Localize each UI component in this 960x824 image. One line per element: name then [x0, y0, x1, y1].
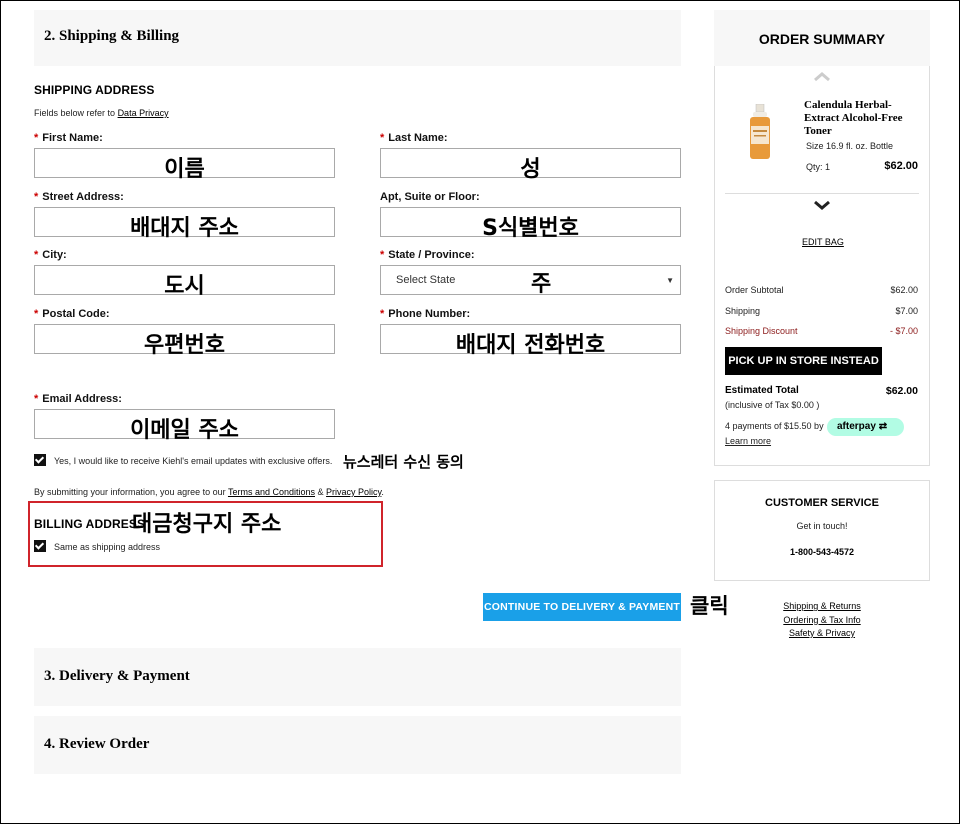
customer-service-subtitle: Get in touch!: [796, 521, 848, 531]
section-title: 4. Review Order: [44, 736, 150, 752]
email-label: * Email Address:: [34, 393, 122, 405]
postal-code-field[interactable]: 우편번호: [34, 324, 335, 358]
chevron-up-icon[interactable]: [813, 72, 831, 82]
postal-code-label: * Postal Code:: [34, 308, 110, 320]
product-name[interactable]: Calendula Herbal-Extract Alcohol-Free To…: [804, 99, 914, 138]
section-review-order[interactable]: 4. Review Order: [34, 716, 681, 774]
first-name-label: * First Name:: [34, 132, 103, 144]
continue-button[interactable]: CONTINUE TO DELIVERY & PAYMENT: [483, 593, 681, 621]
last-name-label: * Last Name:: [380, 132, 448, 144]
chevron-down-icon: ▼: [666, 276, 674, 285]
product-image: [750, 104, 770, 159]
shipping-address-heading: SHIPPING ADDRESS: [34, 83, 155, 97]
privacy-policy-link[interactable]: Privacy Policy: [326, 487, 381, 497]
same-as-shipping-checkbox[interactable]: [34, 540, 46, 552]
footer-links: Shipping & Returns Ordering & Tax Info S…: [762, 600, 882, 641]
pickup-in-store-button[interactable]: PICK UP IN STORE INSTEAD: [725, 347, 882, 375]
apt-label: Apt, Suite or Floor:: [380, 191, 480, 203]
order-summary-header: ORDER SUMMARY: [714, 10, 930, 66]
terms-link[interactable]: Terms and Conditions: [228, 487, 315, 497]
divider: [725, 193, 919, 194]
section-title: 2. Shipping & Billing: [44, 28, 180, 44]
afterpay-text: 4 payments of $15.50 by: [725, 421, 824, 431]
last-name-annotation: 성: [520, 157, 541, 182]
email-annotation: 이메일 주소: [130, 418, 239, 443]
afterpay-arrows-icon: ⇄: [878, 421, 888, 432]
summary-line-label: Order Subtotal: [725, 285, 784, 295]
apt-annotation: S식별번호: [482, 216, 579, 241]
newsletter-annotation: 뉴스레터 수신 동의: [343, 453, 464, 471]
apt-field[interactable]: S식별번호: [380, 207, 681, 241]
learn-more-link[interactable]: Learn more: [725, 436, 771, 446]
product-price: $62.00: [884, 160, 918, 172]
last-name-field[interactable]: 성: [380, 148, 681, 182]
street-address-label: * Street Address:: [34, 191, 124, 203]
privacy-note: Fields below refer to Data Privacy: [34, 108, 169, 118]
safety-privacy-link[interactable]: Safety & Privacy: [762, 627, 882, 641]
product-size: Size 16.9 fl. oz. Bottle: [806, 141, 894, 151]
section-shipping-billing[interactable]: 2. Shipping & Billing: [34, 10, 681, 66]
state-label: * State / Province:: [380, 249, 475, 261]
city-annotation: 도시: [164, 274, 205, 299]
summary-line-value: - $7.00: [889, 326, 918, 336]
customer-service-phone[interactable]: 1-800-543-4572: [714, 547, 930, 557]
street-address-annotation: 배대지 주소: [130, 216, 239, 241]
section-title: 3. Delivery & Payment: [44, 668, 190, 684]
click-annotation: 클릭: [690, 594, 729, 618]
estimated-total-label: Estimated Total: [725, 385, 799, 396]
billing-address-heading: BILLING ADDRESS: [34, 517, 146, 531]
newsletter-checkbox[interactable]: [34, 454, 46, 466]
summary-line-value: $62.00: [890, 285, 918, 295]
city-label: * City:: [34, 249, 67, 261]
state-select[interactable]: Select State 주 ▼: [380, 265, 681, 297]
phone-label: * Phone Number:: [380, 308, 471, 320]
phone-annotation: 배대지 전화번호: [455, 333, 606, 358]
state-placeholder: Select State: [396, 274, 456, 286]
data-privacy-link[interactable]: Data Privacy: [118, 108, 169, 118]
edit-bag-link[interactable]: EDIT BAG: [802, 237, 844, 247]
first-name-field[interactable]: 이름: [34, 148, 335, 182]
section-delivery-payment[interactable]: 3. Delivery & Payment: [34, 648, 681, 706]
postal-code-annotation: 우편번호: [144, 333, 225, 358]
afterpay-badge[interactable]: afterpay ⇄: [827, 418, 904, 436]
terms-note: By submitting your information, you agre…: [34, 487, 384, 497]
phone-field[interactable]: 배대지 전화번호: [380, 324, 681, 358]
summary-line-label: Shipping: [725, 306, 761, 316]
ordering-tax-link[interactable]: Ordering & Tax Info: [762, 614, 882, 628]
billing-annotation: 대금청구지 주소: [132, 512, 282, 537]
same-as-shipping-label: Same as shipping address: [54, 542, 161, 552]
summary-line-label: Shipping Discount: [725, 326, 798, 336]
first-name-annotation: 이름: [164, 157, 205, 182]
customer-service-title: CUSTOMER SERVICE: [765, 497, 879, 509]
city-field[interactable]: 도시: [34, 265, 335, 299]
shipping-returns-link[interactable]: Shipping & Returns: [762, 600, 882, 614]
newsletter-text: Yes, I would like to receive Kiehl's ema…: [54, 456, 333, 466]
summary-line-value: $7.00: [895, 306, 918, 316]
order-summary-title: ORDER SUMMARY: [758, 31, 886, 47]
street-address-field[interactable]: 배대지 주소: [34, 207, 335, 241]
chevron-down-icon[interactable]: [813, 200, 831, 210]
estimated-total-value: $62.00: [885, 385, 918, 397]
state-annotation: 주: [531, 272, 552, 297]
tax-note: (inclusive of Tax $0.00 ): [725, 400, 820, 410]
email-field[interactable]: 이메일 주소: [34, 409, 335, 443]
product-qty: Qty: 1: [806, 162, 831, 172]
